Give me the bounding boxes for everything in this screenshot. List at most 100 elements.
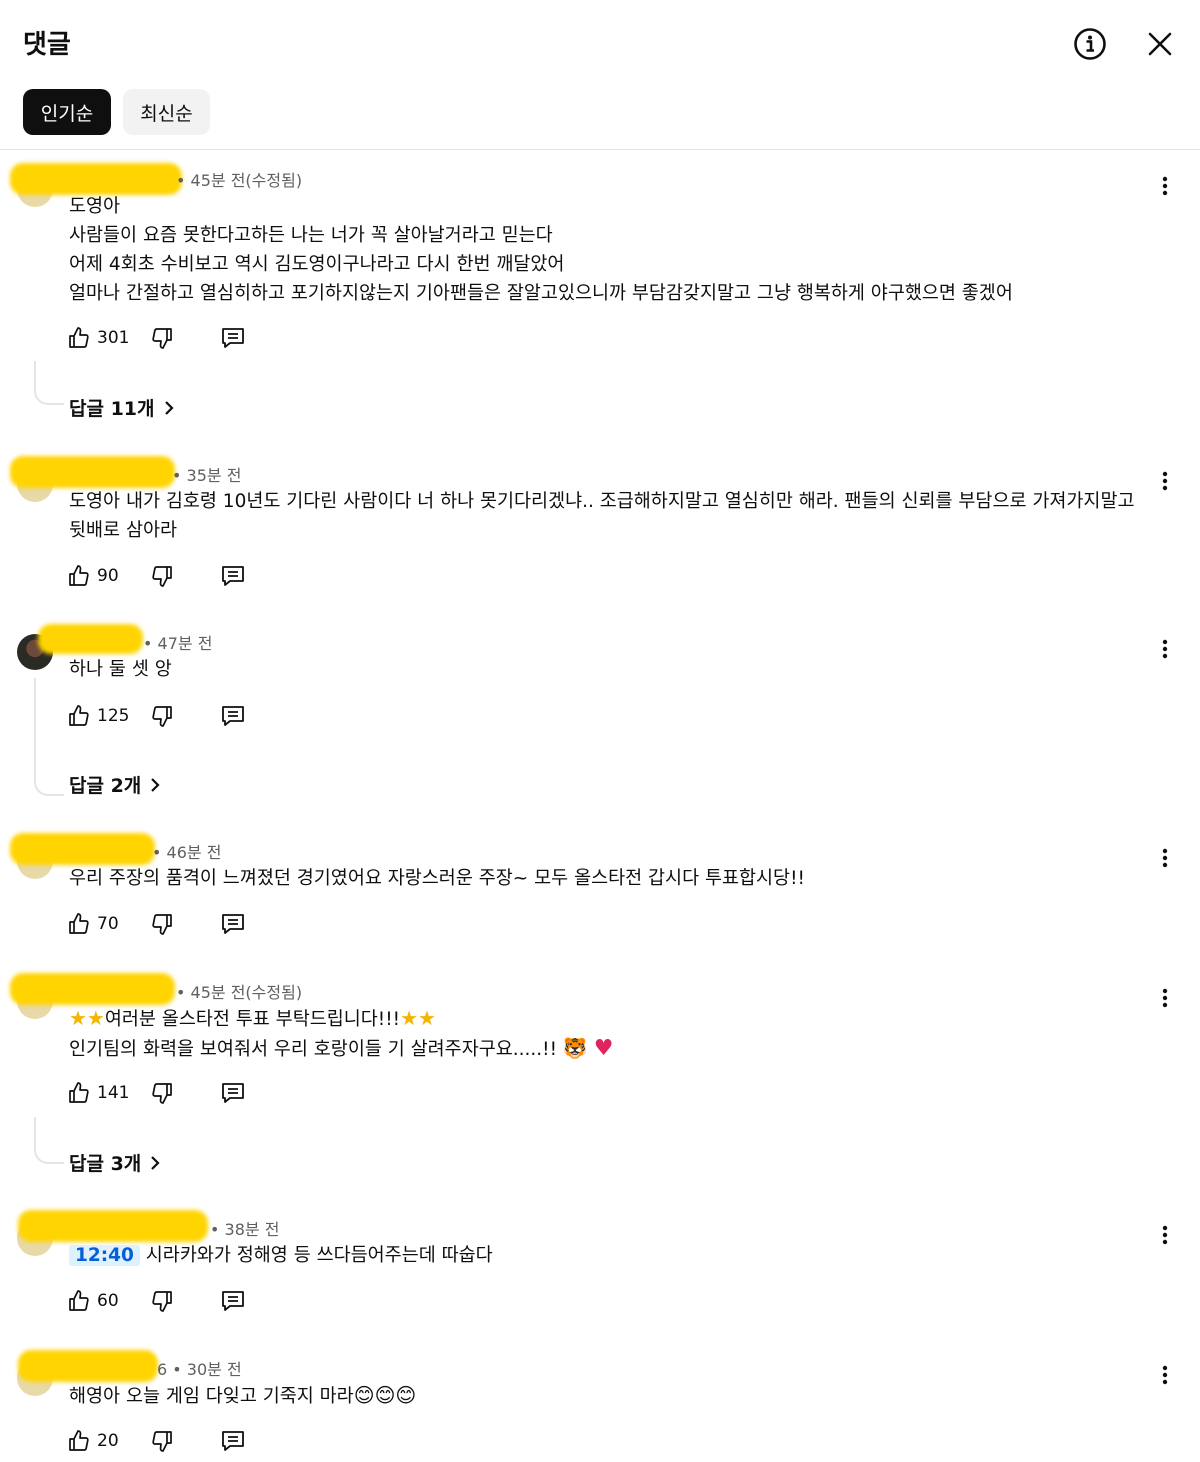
redacted-author: [10, 973, 175, 1005]
comment-text: 하나 둘 셋 앙: [69, 655, 1159, 684]
like-count: 141: [97, 1083, 130, 1103]
comments-header: 댓글 인기순 최신순: [0, 0, 1200, 150]
like-button[interactable]: 301: [67, 323, 129, 353]
thumbs-up-icon: [69, 327, 89, 348]
reply-button[interactable]: [217, 909, 249, 939]
comment-line: 사람들이 요즘 못한다고하든 나는 너가 꼭 살아날거라고 믿는다: [69, 225, 553, 246]
comment-line: ★★여러분 올스타전 투표 부탁드립니다!!!★★: [69, 1004, 1159, 1034]
like-count: 60: [97, 1291, 119, 1311]
reply-comment-icon: [222, 1083, 244, 1103]
replies-label: 답글 3개: [69, 1153, 142, 1175]
more-vert-icon: [1162, 639, 1168, 659]
comment-time: 45분 전(수정됨): [190, 983, 303, 1002]
reply-button[interactable]: [217, 1286, 249, 1316]
comment-text: 해영아 오늘 게임 다잊고 기죽지 마라😊😊😊: [69, 1381, 1159, 1411]
comment-actions: 70: [67, 909, 267, 939]
reply-comment-icon: [222, 1291, 244, 1311]
more-vert-icon: [1162, 1225, 1168, 1245]
replies-label: 답글 11개: [69, 398, 155, 420]
dislike-button[interactable]: [147, 701, 177, 731]
comment-thread: • 46분 전 우리 주장의 품격이 느껴졌던 경기였어요 자랑스러운 주장~ …: [0, 833, 1200, 947]
redacted-author: [38, 624, 143, 654]
comment-text: 도영아 사람들이 요즘 못한다고하든 나는 너가 꼭 살아날거라고 믿는다 어제…: [69, 192, 1159, 308]
reply-comment-icon: [222, 1431, 244, 1451]
comment-line: 하나 둘 셋 앙: [69, 659, 172, 680]
comment-line-text: 해영아 오늘 게임 다잊고 기죽지 마라: [69, 1386, 354, 1407]
like-button[interactable]: 70: [67, 909, 119, 939]
thumbs-up-icon: [69, 565, 89, 586]
chevron-right-icon: [151, 777, 160, 792]
dislike-button[interactable]: [147, 909, 177, 939]
sort-chip-popular[interactable]: 인기순: [23, 89, 111, 135]
replies-label: 답글 2개: [69, 775, 142, 797]
thread-line: [34, 1117, 64, 1164]
reply-button[interactable]: [217, 1078, 249, 1108]
sort-chip-newest[interactable]: 최신순: [123, 89, 210, 135]
redacted-author: [18, 1210, 208, 1242]
like-button[interactable]: 20: [67, 1426, 119, 1456]
dislike-button[interactable]: [147, 561, 177, 591]
close-icon: [1148, 32, 1172, 56]
comment-line: 도영아 내가 김호령 10년도 기다린 사람이다 너 하나 못기다리겠냐.. 조…: [69, 491, 1135, 512]
comment-thread: 6 • 30분 전 해영아 오늘 게임 다잊고 기죽지 마라😊😊😊 20: [0, 1350, 1200, 1462]
thumbs-down-icon: [152, 1083, 172, 1104]
more-vert-icon: [1162, 471, 1168, 491]
thumbs-down-icon: [152, 706, 172, 727]
reply-button[interactable]: [217, 323, 249, 353]
thread-line: [34, 361, 64, 405]
view-replies-button[interactable]: 답글 3개: [69, 1149, 161, 1176]
comment-line-text: 인기팀의 화력을 보여줘서 우리 호랑이들 기 살려주자구요.....!!: [69, 1039, 558, 1060]
more-vert-icon: [1162, 1365, 1168, 1385]
comment-text: 우리 주장의 품격이 느껴졌던 경기였어요 자랑스러운 주장~ 모두 올스타전 …: [69, 864, 1159, 893]
star-emoji: ★★: [69, 1006, 105, 1030]
comment-meta: • 47분 전: [143, 634, 213, 653]
reply-button[interactable]: [217, 561, 249, 591]
like-button[interactable]: 60: [67, 1286, 119, 1316]
comment-thread: • 45분 전(수정됨) ★★여러분 올스타전 투표 부탁드립니다!!!★★ 인…: [0, 973, 1200, 1187]
like-button[interactable]: 90: [67, 561, 119, 591]
dislike-button[interactable]: [147, 1286, 177, 1316]
thumbs-down-icon: [152, 914, 172, 935]
comment-line: 도영아: [69, 196, 121, 217]
comment-text: ★★여러분 올스타전 투표 부탁드립니다!!!★★ 인기팀의 화력을 보여줘서 …: [69, 1004, 1159, 1064]
view-replies-button[interactable]: 답글 11개: [69, 394, 175, 421]
comment-thread: • 45분 전(수정됨) 도영아 사람들이 요즘 못한다고하든 나는 너가 꼭 …: [0, 163, 1200, 430]
comment-actions: 90: [67, 561, 267, 591]
comment-actions: 141: [67, 1078, 267, 1108]
thumbs-down-icon: [152, 1291, 172, 1312]
comment-actions: 125: [67, 701, 267, 731]
redacted-author: [10, 163, 182, 195]
redacted-author: [18, 1350, 158, 1382]
comment-time: 46분 전: [166, 843, 222, 862]
comment-line: 인기팀의 화력을 보여줘서 우리 호랑이들 기 살려주자구요.....!! 🐯 …: [69, 1034, 1159, 1064]
comment-thread: • 38분 전 12:40 시라카와가 정해영 등 쓰다듬어주는데 따숩다 60: [0, 1210, 1200, 1324]
comment-text: 도영아 내가 김호령 10년도 기다린 사람이다 너 하나 못기다리겠냐.. 조…: [69, 487, 1159, 545]
comment-line: 어제 4회초 수비보고 역시 김도영이구나라고 다시 한번 깨달았어: [69, 254, 565, 275]
view-replies-button[interactable]: 답글 2개: [69, 771, 161, 798]
info-icon: [1074, 28, 1106, 60]
thumbs-down-icon: [152, 566, 172, 587]
thumbs-down-icon: [152, 1431, 172, 1452]
dislike-button[interactable]: [147, 1078, 177, 1108]
comment-line: 우리 주장의 품격이 느껴졌던 경기였어요 자랑스러운 주장~ 모두 올스타전 …: [69, 868, 805, 889]
thumbs-up-icon: [69, 1430, 89, 1451]
like-button[interactable]: 125: [67, 701, 129, 731]
like-button[interactable]: 141: [67, 1078, 129, 1108]
comment-actions: 20: [67, 1426, 267, 1456]
dislike-button[interactable]: [147, 1426, 177, 1456]
info-button[interactable]: [1068, 22, 1112, 66]
comment-line: 해영아 오늘 게임 다잊고 기죽지 마라😊😊😊: [69, 1381, 1159, 1411]
reply-button[interactable]: [217, 701, 249, 731]
reply-button[interactable]: [217, 1426, 249, 1456]
video-timestamp-link[interactable]: 12:40: [69, 1245, 140, 1266]
like-count: 20: [97, 1431, 119, 1451]
panel-title: 댓글: [23, 30, 71, 60]
close-button[interactable]: [1138, 22, 1182, 66]
comment-time: 6 • 30분 전: [157, 1360, 242, 1379]
chevron-right-icon: [151, 1155, 160, 1170]
comment-actions: 60: [67, 1286, 267, 1316]
comment-time: 38분 전: [224, 1220, 280, 1239]
thumbs-up-icon: [69, 913, 89, 934]
dislike-button[interactable]: [147, 323, 177, 353]
comment-meta: • 38분 전: [210, 1220, 280, 1239]
